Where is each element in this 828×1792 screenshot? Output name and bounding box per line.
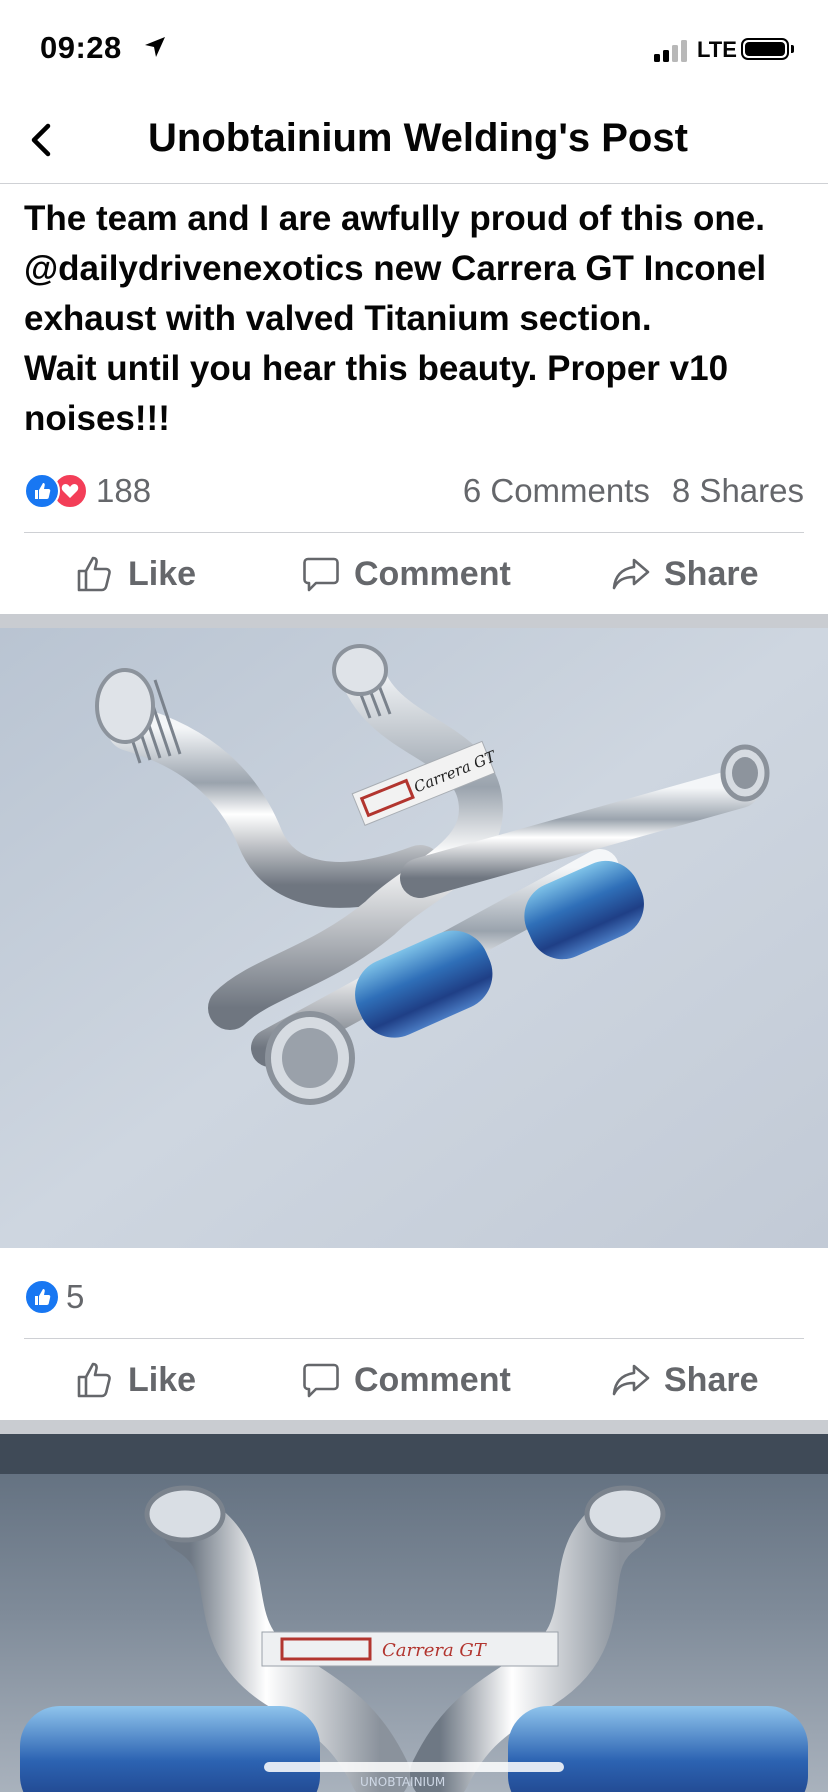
post-photo[interactable]: Carrera GT UNOBTAINIUM — [0, 1434, 828, 1792]
location-arrow-icon — [145, 37, 165, 57]
post-text-paragraph: The team and I are awfully proud of this… — [24, 199, 767, 338]
share-button[interactable]: Share — [612, 1340, 759, 1420]
page-title: Unobtainium Welding's Post — [148, 116, 688, 160]
post-text-paragraph: Wait until you hear this beauty. Proper … — [24, 349, 729, 438]
reaction-count: 188 — [96, 472, 152, 509]
divider — [24, 532, 804, 533]
share-button[interactable]: Share — [612, 534, 759, 614]
share-label: Share — [664, 1360, 759, 1399]
share-label: Share — [664, 554, 759, 593]
shares-count-link[interactable]: 8 Shares — [672, 472, 804, 509]
status-bar: 09:28 LTE — [0, 0, 828, 100]
post-text: The team and I are awfully proud of this… — [24, 194, 814, 444]
section-separator — [0, 614, 828, 628]
post-action-bar: Like Comment Share — [0, 534, 828, 614]
status-time: 09:28 — [40, 30, 122, 65]
like-label: Like — [128, 1360, 197, 1399]
exhaust-photo-1: Carrera GT — [0, 628, 828, 1248]
carrera-gt-plate-text: Carrera GT — [382, 1640, 488, 1661]
cellular-signal-icon — [654, 38, 690, 62]
like-reaction-icon — [24, 473, 60, 509]
comment-bubble-icon — [303, 1363, 339, 1398]
comments-count-link[interactable]: 6 Comments — [463, 472, 650, 509]
photo-reaction-count: 5 — [66, 1278, 85, 1315]
like-button[interactable]: Like — [76, 1340, 196, 1420]
photo-reactions-summary[interactable]: 5 — [24, 1276, 804, 1316]
comment-label: Comment — [354, 554, 511, 593]
comment-bubble-icon — [303, 557, 339, 592]
unobtainium-plate-text: UNOBTAINIUM — [360, 1775, 445, 1789]
engagement-counts: 6 Comments 8 Shares — [463, 472, 804, 510]
comment-button[interactable]: Comment — [302, 1340, 511, 1420]
like-button[interactable]: Like — [76, 534, 196, 614]
exhaust-photo-2: Carrera GT UNOBTAINIUM — [0, 1434, 828, 1792]
share-arrow-icon — [612, 558, 650, 590]
comment-label: Comment — [354, 1360, 511, 1399]
divider — [24, 1338, 804, 1339]
photo-action-bar: Like Comment Share — [0, 1340, 828, 1420]
nav-header: Unobtainium Welding's Post — [0, 100, 828, 184]
like-reaction-icon — [24, 1279, 60, 1315]
post-photo[interactable]: Carrera GT — [0, 628, 828, 1248]
carrier-label: LTE — [697, 37, 737, 62]
thumbs-up-icon — [77, 556, 111, 592]
like-label: Like — [128, 554, 197, 593]
section-separator — [0, 1420, 828, 1434]
home-indicator[interactable] — [264, 1762, 564, 1772]
comment-button[interactable]: Comment — [302, 534, 511, 614]
battery-icon — [741, 38, 789, 60]
battery-nub — [791, 45, 794, 53]
reactions-summary[interactable]: 188 6 Comments 8 Shares — [24, 470, 804, 510]
share-arrow-icon — [612, 1364, 650, 1396]
thumbs-up-icon — [77, 1362, 111, 1398]
